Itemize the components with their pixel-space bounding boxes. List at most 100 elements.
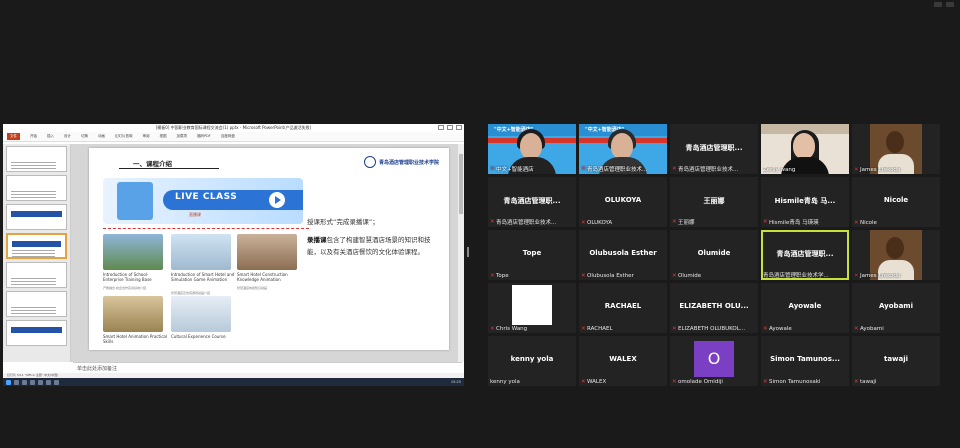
ribbon-tab[interactable]: 幻灯片放映 — [115, 134, 133, 139]
ribbon-tab[interactable]: 开始 — [30, 134, 37, 139]
participant-label: ✕ 青岛酒店管理职业技术... — [490, 219, 557, 226]
participant-tile[interactable]: Olubusola Esther ✕ Olubusola Esther — [579, 230, 667, 280]
participant-name: Nicole — [883, 196, 909, 204]
mic-muted-icon: ✕ — [581, 326, 586, 332]
mic-muted-icon: ✕ — [854, 167, 859, 173]
participant-tile[interactable]: Nicole ✕ Nicole — [852, 177, 940, 227]
minimize-icon[interactable] — [438, 125, 444, 130]
participant-tile[interactable]: Zerlly wang — [761, 124, 849, 174]
video-title: Smart Hotel Construction Knowledge Anima… — [237, 272, 288, 282]
participant-label: ✕ Simon Tamunosaki — [763, 379, 821, 385]
participant-label: ✕ Olumide — [672, 273, 702, 279]
taskbar-app-icon[interactable] — [38, 379, 43, 385]
slide-thumbnail[interactable] — [6, 291, 67, 317]
vertical-scrollbar[interactable] — [458, 144, 464, 362]
participant-tile[interactable]: "中文+智能酒店" ✕ 中文+智能酒店 — [488, 124, 576, 174]
participant-tile[interactable]: Simon Tamunos... ✕ Simon Tamunosaki — [761, 336, 849, 386]
slide-thumbnail[interactable] — [6, 146, 67, 172]
participant-label: ✕ James Efekodo — [854, 273, 901, 279]
participant-tile[interactable]: ✕ James Efekodo — [852, 230, 940, 280]
participant-label: ✕ RACHAEL — [581, 326, 613, 332]
participant-tile[interactable]: Tope ✕ Tope — [488, 230, 576, 280]
ribbon-tab[interactable]: 设计 — [64, 134, 71, 139]
slide-thumbnail-active[interactable] — [6, 233, 67, 259]
participant-label: ✕ 中文+智能酒店 — [490, 166, 534, 173]
dashed-divider — [103, 228, 309, 229]
participant-name: Simon Tamunos... — [770, 355, 840, 363]
ribbon-tab[interactable]: 百度网盘 — [221, 134, 235, 139]
taskbar-app-icon[interactable] — [46, 379, 51, 385]
close-icon[interactable] — [456, 125, 462, 130]
ribbon-tab[interactable]: 切换 — [81, 134, 88, 139]
participant-tile[interactable]: ✕ Chris Wang — [488, 283, 576, 333]
participant-name: Olumide — [697, 249, 731, 257]
mic-muted-icon: ✕ — [672, 166, 677, 172]
ribbon-tab[interactable]: 动画 — [98, 134, 105, 139]
video-title: Smart Hotel Animation Practical Skills — [103, 334, 167, 344]
participant-tile[interactable]: tawaji ✕ tawaji — [852, 336, 940, 386]
mic-muted-icon: ✕ — [672, 379, 677, 385]
participant-label: ✕ Ayowale — [763, 326, 792, 332]
participant-tile[interactable]: RACHAEL ✕ RACHAEL — [579, 283, 667, 333]
participant-tile[interactable]: OLUKOYA ✕ OLUKOYA — [579, 177, 667, 227]
window-control-icon[interactable] — [946, 2, 954, 7]
slide[interactable]: 一、课程介绍 青岛酒店管理职业技术学院 LIVE CLASS 直播课 Intro… — [89, 148, 449, 350]
mic-muted-icon: ✕ — [763, 326, 768, 332]
slide-body-text: 授课形式“完成录播课”； 录播课包含了构建智慧酒店场景的知识和技能，以及有关酒店… — [307, 216, 437, 258]
ppt-window-title: [模板0] 中国职业教育国际课程交流会(1) pptx - Microsoft … — [155, 125, 312, 130]
slide-thumbnail[interactable] — [6, 204, 67, 230]
participant-name: RACHAEL — [604, 302, 642, 310]
mic-muted-icon: ✕ — [490, 273, 495, 279]
participant-tile[interactable]: "中文+智能酒店" ✕ 青岛酒店管理职业技术... — [579, 124, 667, 174]
taskbar-app-icon[interactable] — [54, 379, 59, 385]
participant-tile[interactable]: 青岛酒店管理职... ✕ 青岛酒店管理职业技术... — [670, 124, 758, 174]
ribbon-tab[interactable]: 福昕PDF — [197, 134, 211, 139]
banner-title: LIVE CLASS — [175, 192, 238, 202]
window-control-icon[interactable] — [934, 2, 942, 7]
taskbar-app-icon[interactable] — [22, 379, 27, 385]
slide-thumbnail[interactable] — [6, 320, 67, 346]
participant-tile[interactable]: 青岛酒店管理职... ✕ 青岛酒店管理职业技术... — [488, 177, 576, 227]
ribbon-tab[interactable]: 文件 — [7, 133, 20, 140]
participant-tile[interactable]: Ayobami ✕ Ayobami — [852, 283, 940, 333]
video-subtitle: 智慧酒店构建知识动画 — [237, 286, 268, 290]
slide-text-rest: 包含了构建智慧酒店场景的知识和技能，以及有关酒店餐饮的文化体验课程。 — [307, 236, 431, 256]
taskbar-app-icon[interactable] — [30, 379, 35, 385]
participant-tile[interactable]: O ✕ omolade Omidiji — [670, 336, 758, 386]
participant-tile[interactable]: ✕ James Efekodo — [852, 124, 940, 174]
heading-underline — [119, 168, 219, 169]
mic-muted-icon: ✕ — [672, 219, 677, 225]
participant-label: ✕ ELIZABETH OLUBUKOL... — [672, 326, 746, 332]
participant-tile[interactable]: WALEX ✕ WALEX — [579, 336, 667, 386]
mic-muted-icon: ✕ — [581, 379, 586, 385]
participant-name: Ayobami — [879, 302, 913, 310]
participant-name: ELIZABETH OLU... — [679, 302, 749, 310]
start-icon[interactable] — [6, 379, 11, 385]
teacher-illustration-icon — [117, 182, 153, 220]
video-title: Introduction of School-Enterprise Traini… — [103, 272, 152, 282]
blank-video — [512, 285, 552, 325]
ppt-title-bar: [模板0] 中国职业教育国际课程交流会(1) pptx - Microsoft … — [3, 124, 464, 132]
ribbon-tab[interactable]: 插入 — [47, 134, 54, 139]
split-view-handle[interactable] — [467, 247, 469, 257]
participant-tile-active-speaker[interactable]: 青岛酒店管理职... 青岛酒店管理职业技术学... — [761, 230, 849, 280]
participant-label: ✕ 王丽娜 — [672, 219, 695, 226]
participant-label: 青岛酒店管理职业技术学... — [763, 273, 829, 279]
participant-tile[interactable]: 王丽娜 ✕ 王丽娜 — [670, 177, 758, 227]
participant-tile[interactable]: kenny yola kenny yola — [488, 336, 576, 386]
slide-thumbnail[interactable] — [6, 262, 67, 288]
participant-tile[interactable]: ELIZABETH OLU... ✕ ELIZABETH OLUBUKOL... — [670, 283, 758, 333]
participant-name: 王丽娜 — [703, 197, 725, 205]
participant-tile[interactable]: Ayowale ✕ Ayowale — [761, 283, 849, 333]
search-icon[interactable] — [14, 379, 19, 385]
ribbon-tab[interactable]: 加载项 — [177, 134, 188, 139]
ribbon-tab[interactable]: 审阅 — [143, 134, 150, 139]
participant-name: OLUKOYA — [604, 196, 642, 204]
maximize-icon[interactable] — [447, 125, 453, 130]
participant-tile[interactable]: Olumide ✕ Olumide — [670, 230, 758, 280]
ribbon-tab[interactable]: 视图 — [160, 134, 167, 139]
participant-name: Hismile青岛 马... — [774, 197, 836, 205]
slide-thumbnail[interactable] — [6, 175, 67, 201]
participant-tile[interactable]: Hismile青岛 马... ✕ Hismile青岛 马瑛瑛 — [761, 177, 849, 227]
participant-label: ✕ Ayobami — [854, 326, 884, 332]
